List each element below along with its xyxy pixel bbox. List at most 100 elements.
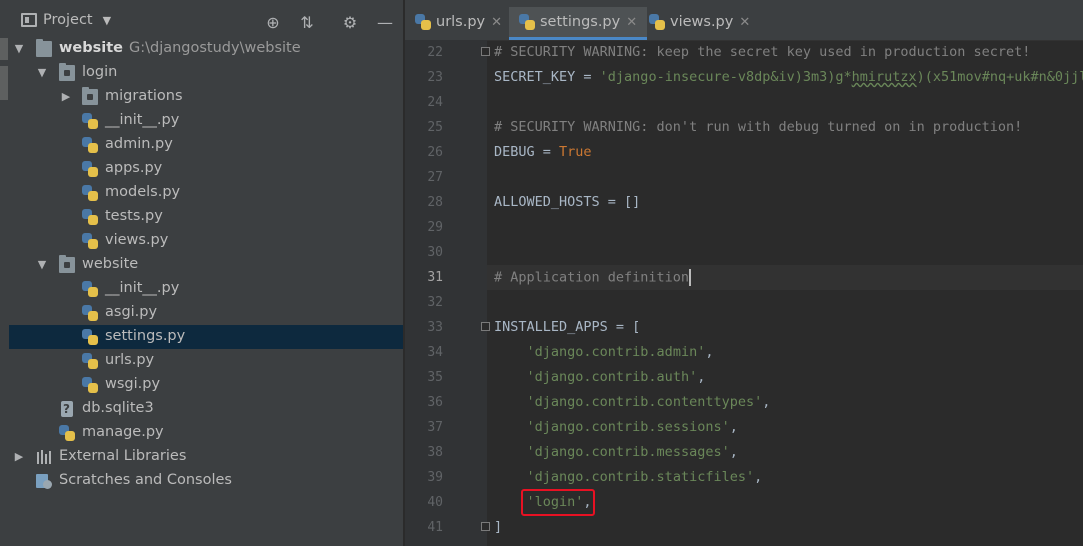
tree-item-migrations[interactable]: ▶ migrations [9, 85, 403, 109]
close-icon[interactable]: ✕ [491, 15, 502, 30]
python-file-icon [82, 353, 98, 369]
code-token: # SECURITY WARNING: keep the secret key … [494, 44, 1031, 60]
tree-item-file[interactable]: tests.py [9, 205, 403, 229]
tree-item-file[interactable]: __init__.py [9, 109, 403, 133]
tab-label: urls.py [436, 14, 486, 30]
code-line: ALLOWED_HOSTS = [] [494, 194, 640, 210]
tree-item-file[interactable]: models.py [9, 181, 403, 205]
expanded-arrow-icon[interactable]: ▼ [12, 42, 26, 56]
collapsed-arrow-icon[interactable]: ▶ [59, 90, 73, 104]
tree-item-label: website [59, 40, 123, 56]
tab-views[interactable]: views.py ✕ [649, 8, 750, 36]
code-line: 'django.contrib.sessions', [494, 419, 738, 435]
code-token: 'django-insecure-v8dp&iv)3m3)g* [599, 69, 852, 85]
line-number: 27 [427, 170, 443, 185]
code-token: True [559, 144, 592, 160]
python-file-icon [82, 161, 98, 177]
python-file-icon [82, 329, 98, 345]
code-token: 'django.contrib.staticfiles' [526, 469, 755, 485]
code-token: 'django.contrib.messages' [526, 444, 730, 460]
tree-item-file[interactable]: admin.py [9, 133, 403, 157]
collapse-all-icon[interactable]: ⇅ [297, 12, 317, 32]
close-icon[interactable]: ✕ [626, 15, 637, 30]
tree-item-login[interactable]: ▼ login [9, 61, 403, 85]
code-token: , [705, 344, 714, 360]
tree-item-label: views.py [105, 232, 169, 248]
tree-item-scratches[interactable]: Scratches and Consoles [9, 469, 403, 493]
hide-panel-icon[interactable]: — [375, 12, 395, 32]
line-number: 38 [427, 445, 443, 460]
tree-item-label: settings.py [105, 328, 186, 344]
tree-item-website-package[interactable]: ▼ website [9, 253, 403, 277]
tree-item-file[interactable]: wsgi.py [9, 373, 403, 397]
code-line: INSTALLED_APPS = [ [494, 319, 640, 335]
tree-item-label: apps.py [105, 160, 163, 176]
line-number: 41 [427, 520, 443, 535]
tree-item-label: migrations [105, 88, 183, 104]
tab-settings[interactable]: settings.py ✕ [509, 7, 648, 40]
tree-item-label: asgi.py [105, 304, 158, 320]
code-token: # SECURITY WARNING: don't run with debug… [494, 119, 1023, 135]
code-line: 'django.contrib.messages', [494, 444, 738, 460]
tree-item-file-selected[interactable]: settings.py [9, 325, 403, 349]
tab-urls[interactable]: urls.py ✕ [415, 8, 502, 36]
code-token: hmirutzx [851, 69, 917, 85]
project-view-selector[interactable]: Project ▼ [21, 12, 111, 28]
code-token: DEBUG = [494, 144, 560, 160]
python-file-icon [82, 233, 98, 249]
line-number-gutter[interactable]: 22 23 24 25 26 27 28 29 30 31 32 33 34 35 36 37 38 39 40 41 [405, 40, 490, 546]
code-line: DEBUG = True [494, 144, 592, 160]
code-line: ] [494, 519, 502, 535]
code-token: 'django.contrib.contenttypes' [526, 394, 763, 410]
tree-item-file[interactable]: ? db.sqlite3 [9, 397, 403, 421]
code-token: , [697, 369, 706, 385]
expanded-arrow-icon[interactable]: ▼ [35, 66, 49, 80]
python-file-icon [82, 281, 98, 297]
folder-icon [36, 39, 52, 57]
tool-window-tab[interactable] [0, 66, 8, 100]
tool-window-tab[interactable] [0, 38, 8, 60]
tree-item-file[interactable]: apps.py [9, 157, 403, 181]
python-file-icon [82, 209, 98, 225]
project-panel-title: Project [43, 12, 93, 28]
expanded-arrow-icon[interactable]: ▼ [35, 258, 49, 272]
code-token: , [729, 419, 738, 435]
tree-item-external-libraries[interactable]: ▶ External Libraries [9, 445, 403, 469]
close-icon[interactable]: ✕ [739, 15, 750, 30]
tree-item-file[interactable]: urls.py [9, 349, 403, 373]
tree-item-website-root[interactable]: ▼ website G:\djangostudy\website [9, 37, 403, 61]
project-panel: Project ▼ ⊕ ⇅ ⚙ — ▼ website G:\djangostud… [9, 0, 403, 546]
collapsed-arrow-icon[interactable]: ▶ [12, 450, 26, 464]
python-file-icon [82, 113, 98, 129]
line-number: 22 [427, 45, 443, 60]
project-panel-icon [21, 13, 37, 27]
code-token: # Application definition [494, 269, 690, 286]
tree-item-file[interactable]: __init__.py [9, 277, 403, 301]
gear-icon[interactable]: ⚙ [340, 12, 360, 32]
locate-file-icon[interactable]: ⊕ [263, 12, 283, 32]
code-token: 'django.contrib.auth' [526, 369, 698, 385]
chevron-down-icon: ▼ [102, 13, 112, 27]
tree-item-file[interactable]: manage.py [9, 421, 403, 445]
code-token: SECRET_KEY = [494, 69, 600, 85]
code-area[interactable]: # SECURITY WARNING: keep the secret key … [487, 40, 1083, 546]
tree-item-label: admin.py [105, 136, 173, 152]
tree-item-file[interactable]: views.py [9, 229, 403, 253]
tree-item-label: db.sqlite3 [82, 400, 154, 416]
code-line: SECRET_KEY = 'django-insecure-v8dp&iv)3m… [494, 69, 1083, 85]
code-line: # SECURITY WARNING: don't run with debug… [494, 119, 1022, 135]
code-token: ALLOWED_HOSTS = [] [494, 194, 641, 210]
tab-label: settings.py [540, 14, 621, 30]
line-number: 40 [427, 495, 443, 510]
tree-item-file[interactable]: asgi.py [9, 301, 403, 325]
tree-item-label: urls.py [105, 352, 155, 368]
code-editor: urls.py ✕ settings.py ✕ views.py ✕ 22 23 2… [405, 0, 1083, 546]
line-number: 29 [427, 220, 443, 235]
code-line: # SECURITY WARNING: keep the secret key … [494, 44, 1030, 60]
package-folder-icon [82, 87, 98, 105]
